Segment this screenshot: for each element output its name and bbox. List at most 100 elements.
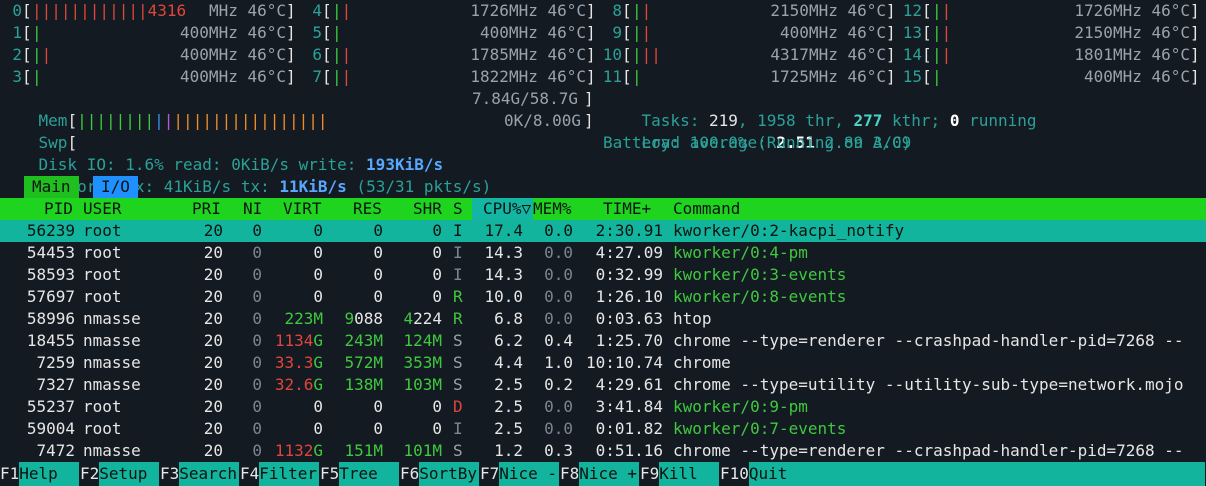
fkey-label: Nice -	[499, 462, 560, 486]
network-pkts: (53/31 pkts/s)	[346, 177, 492, 196]
cell-time: 0:51.16	[595, 441, 663, 460]
col-pid[interactable]: PID	[44, 198, 73, 220]
cell-command: kworker/0:9-pm	[673, 397, 808, 416]
network-io: Network: rx: 41KiB/s tx: 11KiB/s (53/31 …	[0, 154, 492, 196]
col-pri[interactable]: PRI	[192, 198, 221, 220]
cpu-bracket-open: [	[622, 23, 632, 42]
col-ni[interactable]: NI	[243, 198, 262, 220]
col-command[interactable]: Command	[673, 198, 740, 220]
process-row[interactable]: 7472 20 0 1132G 151M 101M 1.2 0.3 0:51.16 nmasse S…	[0, 440, 1206, 462]
cpu-15-freq: 400MHz 46°C	[1084, 67, 1190, 86]
process-row[interactable]: 7327 20 0 32.6G 138M 103M 2.5 0.2 4:29.61 nmasse S…	[0, 374, 1206, 396]
col-cpu[interactable]: CPU%▽	[483, 198, 531, 220]
cpu-14-label: 14	[902, 45, 922, 64]
cpu-bracket-open: [	[922, 23, 932, 42]
fkey-key: F2	[80, 464, 100, 483]
col-res[interactable]: RES	[353, 198, 382, 220]
function-key-bar: F1Help F2Setup F3Search F4Filter F5Tree F6Sor…	[0, 462, 1206, 486]
process-row[interactable]: 57697 20 0 0 0 0 10.0 0.0 1:26.10 root Rkworker/0:…	[0, 286, 1206, 308]
fkey-sortby[interactable]: F6SortBy	[400, 462, 480, 486]
cpu-bracket-close: ]	[886, 67, 896, 86]
cell-time: 0:01.82	[595, 419, 663, 438]
process-row[interactable]: 7259 20 0 33.3G 572M 353M 4.4 1.0 10:10.74 nmasse…	[0, 352, 1206, 374]
cpu-bracket-close: ]	[286, 45, 296, 64]
cell-time: 1:26.10	[595, 287, 663, 306]
cell-pid: 55237	[26, 397, 75, 416]
process-row[interactable]: 18455 20 0 1134G 243M 124M 6.2 0.4 1:25.70 nmasse…	[0, 330, 1206, 352]
cpu-bracket-close: ]	[1190, 45, 1200, 64]
cpu-15-label: 15	[902, 67, 922, 86]
col-mem[interactable]: MEM%	[533, 198, 572, 220]
fkey-quit[interactable]: F10Quit	[720, 462, 1205, 486]
fkey-label: Kill	[659, 462, 720, 486]
col-state[interactable]: S	[453, 198, 463, 220]
cpu-5-freq: 400MHz 46°C	[480, 23, 586, 42]
fkey-filter[interactable]: F4Filter	[240, 462, 320, 486]
cpu-6-label: 6	[312, 45, 322, 64]
process-row[interactable]: 55237 20 0 0 0 0 2.5 0.0 3:41.84 root Dkworker/0:9…	[0, 396, 1206, 418]
process-row[interactable]: 56239 20 0 0 0 0 17.4 0.0 2:30.91 root Ikworker/0:…	[0, 220, 1206, 242]
fkey-kill[interactable]: F9Kill	[640, 462, 720, 486]
cpu-8-freq: 2150MHz 46°C	[770, 1, 886, 20]
cpu-bracket-close: ]	[586, 1, 596, 20]
cpu-13-label: 13	[902, 23, 922, 42]
cpu-bracket-open: [	[922, 67, 932, 86]
cpu-3-freq: 400MHz 46°C	[180, 67, 286, 86]
fkey-nice[interactable]: F8Nice +	[560, 462, 640, 486]
cell-pid: 56239	[26, 221, 75, 240]
process-row[interactable]: 58996 20 0 223M 9088 4224 6.8 0.0 0:03.63 nmasse R…	[0, 308, 1206, 330]
process-row[interactable]: 58593 20 0 0 0 0 14.3 0.0 0:32.99 root Ikworker/0:…	[0, 264, 1206, 286]
cpu-10-bar: |||	[632, 45, 661, 64]
cpu-bracket-open: [	[322, 67, 332, 86]
cell-time: 0:32.99	[595, 265, 663, 284]
cell-pid: 59004	[26, 419, 75, 438]
cpu-bracket-open: [	[22, 23, 32, 42]
fkey-label: Quit	[748, 462, 1205, 486]
process-row[interactable]: 59004 20 0 0 0 0 2.5 0.0 0:01.82 root Ikworker/0:7…	[0, 418, 1206, 440]
cell-user: root	[83, 265, 122, 284]
fkey-tree[interactable]: F5Tree	[320, 462, 400, 486]
fkey-label: Setup	[99, 462, 160, 486]
fkey-setup[interactable]: F2Setup	[80, 462, 160, 486]
cpu-bracket-close: ]	[286, 1, 296, 20]
fkey-search[interactable]: F3Search	[160, 462, 240, 486]
battery-meter: Battery: 100.0% (Running on A/C)	[603, 133, 912, 152]
cpu-bracket-close: ]	[1190, 67, 1200, 86]
fkey-key: F9	[640, 464, 660, 483]
col-user[interactable]: USER	[83, 198, 122, 220]
cpu-2-freq: 400MHz 46°C	[180, 45, 286, 64]
cpu-bracket-open: [	[622, 67, 632, 86]
fkey-label: Help	[19, 462, 80, 486]
cell-command: kworker/0:7-events	[673, 419, 847, 438]
cpu-bracket-close: ]	[1190, 23, 1200, 42]
cpu-13-freq: 2150MHz 46°C	[1074, 23, 1190, 42]
tab-io[interactable]: I/O	[93, 176, 138, 198]
fkey-label: SortBy	[419, 462, 480, 486]
fkey-help[interactable]: F1Help	[0, 462, 80, 486]
cpu-1-freq: 400MHz 46°C	[180, 23, 286, 42]
cpu-bracket-close: ]	[1190, 1, 1200, 20]
cpu-bracket-open: [	[22, 45, 32, 64]
fkey-key: F5	[320, 464, 340, 483]
cpu-11-freq: 1725MHz 46°C	[770, 67, 886, 86]
col-time[interactable]: TIME+	[603, 198, 651, 220]
fkey-key: F7	[480, 464, 500, 483]
fkey-nice[interactable]: F7Nice -	[480, 462, 560, 486]
cpu-10-freq: 4317MHz 46°C	[770, 45, 886, 64]
cell-pid: 58996	[26, 309, 75, 328]
cell-command: kworker/0:8-events	[673, 287, 847, 306]
fkey-label: Search	[179, 462, 240, 486]
cpu-1-label: 1	[12, 23, 22, 42]
mem-bar-used: ||||||||	[77, 111, 155, 130]
fkey-label: Filter	[259, 462, 320, 486]
process-row[interactable]: 54453 20 0 0 0 0 14.3 0.0 4:27.09 root Ikworker/0:…	[0, 242, 1206, 264]
cpu-5-bar: |	[332, 23, 342, 42]
tab-main[interactable]: Main	[24, 176, 79, 198]
cpu-5-label: 5	[312, 23, 322, 42]
cpu-3-label: 3	[12, 67, 22, 86]
col-shr[interactable]: SHR	[413, 198, 442, 220]
cpu-bracket-open: [	[922, 1, 932, 20]
col-virt[interactable]: VIRT	[283, 198, 322, 220]
cell-state: S	[453, 441, 463, 460]
cpu-12-bar: ||	[932, 1, 952, 20]
